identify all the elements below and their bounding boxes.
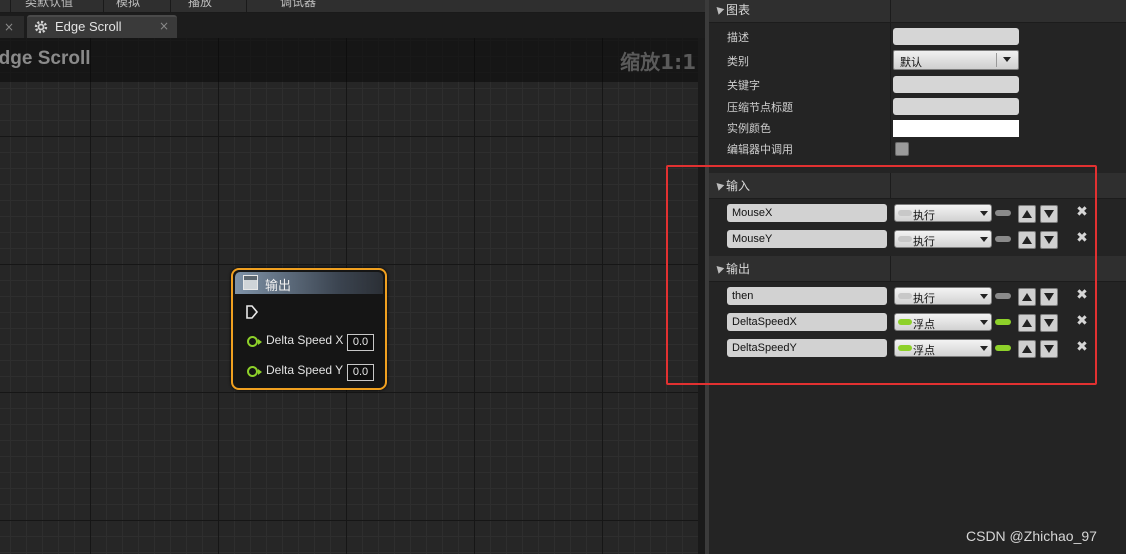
chevron-down-icon[interactable] <box>996 53 1016 67</box>
exec-pin-icon[interactable] <box>245 305 259 319</box>
node-title: 输出 <box>265 279 292 294</box>
collapse-arrow-icon <box>713 4 725 15</box>
column-divider <box>890 0 891 23</box>
prop-label-description: 描述 <box>727 31 749 44</box>
pin-label: Delta Speed X <box>266 333 344 347</box>
toolbar: 类默认值 模拟 播放 调试器 <box>0 0 705 13</box>
prop-label-keywords: 关键字 <box>727 79 760 92</box>
pin-arrow-icon <box>258 369 262 375</box>
annotation-highlight-box <box>666 165 1097 385</box>
graph-title-bar: Edge Scroll 缩放1:1 <box>0 38 705 82</box>
toolbar-debugger-button[interactable]: 调试器 <box>280 0 316 10</box>
pin-arrow-icon <box>258 339 262 345</box>
toolbar-play-button[interactable]: 播放 <box>188 0 212 10</box>
toolbar-separator <box>10 0 11 12</box>
close-icon[interactable]: × <box>4 20 14 34</box>
graph-editor: 类默认值 模拟 播放 调试器 × Edge Scroll × Edge Scro… <box>0 0 705 554</box>
column-divider[interactable] <box>890 0 891 160</box>
zoom-level: 缩放1:1 <box>620 50 696 74</box>
description-input[interactable] <box>893 28 1019 45</box>
node-pin-delta-speed-x: Delta Speed X 0.0 <box>245 332 379 352</box>
graph-canvas[interactable]: Edge Scroll 缩放1:1 输出 Delta Speed X 0.0 D… <box>0 38 705 554</box>
prop-label-instance-color: 实例颜色 <box>727 122 771 135</box>
function-icon <box>243 275 258 290</box>
prop-label-category: 类别 <box>727 55 749 68</box>
call-in-editor-checkbox[interactable] <box>895 142 909 156</box>
category-dropdown[interactable]: 默认 <box>893 50 1019 70</box>
watermark: CSDN @Zhichao_97 <box>966 528 1097 544</box>
keywords-input[interactable] <box>893 76 1019 93</box>
dropdown-value: 默认 <box>900 56 922 69</box>
prop-label-call-in-editor: 编辑器中调用 <box>727 143 793 156</box>
tab-label: Edge Scroll <box>55 19 122 34</box>
pin-label: Delta Speed Y <box>266 363 344 377</box>
toolbar-class-defaults-button[interactable]: 类默认值 <box>25 0 73 10</box>
toolbar-separator <box>170 0 171 12</box>
tab-previous[interactable]: × <box>0 16 24 38</box>
prop-label-compact-title: 压缩节点标题 <box>727 101 793 114</box>
gear-icon <box>34 20 48 34</box>
toolbar-simulate-button[interactable]: 模拟 <box>116 0 140 10</box>
graph-title: Edge Scroll <box>0 48 91 69</box>
pin-default-value-input[interactable]: 0.0 <box>347 334 374 351</box>
instance-color-swatch[interactable] <box>893 120 1019 137</box>
return-node[interactable]: 输出 Delta Speed X 0.0 Delta Speed Y 0.0 <box>231 268 387 390</box>
pin-default-value-input[interactable]: 0.0 <box>347 364 374 381</box>
node-header[interactable]: 输出 <box>235 272 383 294</box>
float-pin-icon[interactable] <box>247 336 258 347</box>
section-graph-header[interactable]: 图表 <box>709 0 1126 23</box>
node-pin-delta-speed-y: Delta Speed Y 0.0 <box>245 362 379 382</box>
tab-edge-scroll[interactable]: Edge Scroll × <box>27 15 177 38</box>
toolbar-separator <box>103 0 104 12</box>
tab-bar: × Edge Scroll × <box>0 13 705 38</box>
float-pin-icon[interactable] <box>247 366 258 377</box>
compact-title-input[interactable] <box>893 98 1019 115</box>
close-icon[interactable]: × <box>159 19 169 33</box>
toolbar-separator <box>246 0 247 12</box>
section-title: 图表 <box>726 3 751 17</box>
